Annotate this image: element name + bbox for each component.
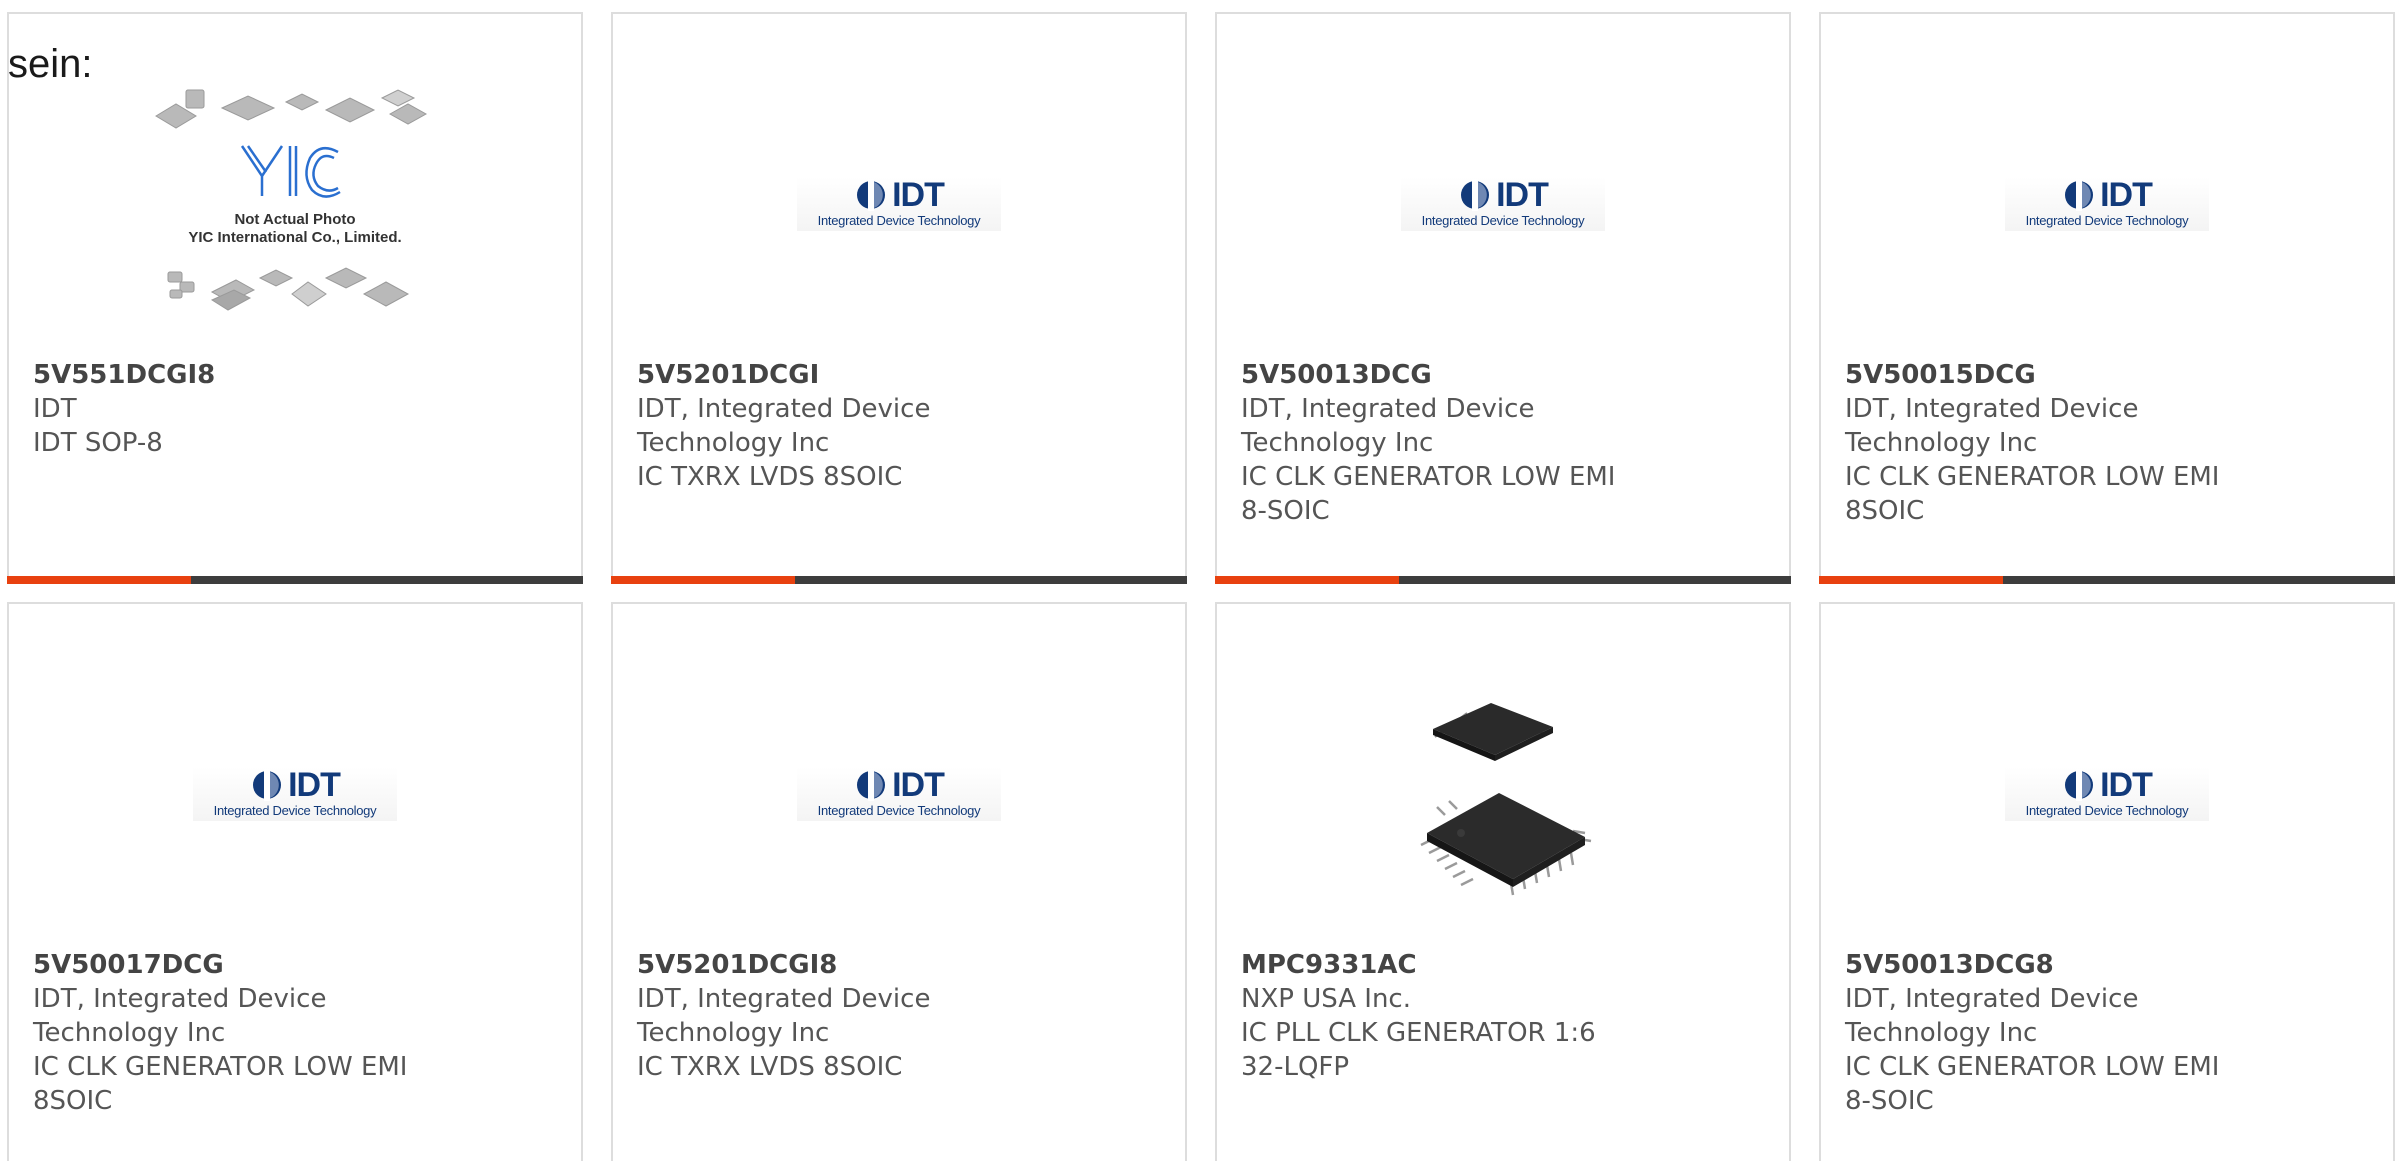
- product-image: [1217, 644, 1789, 944]
- idt-mark-icon: [2065, 179, 2094, 211]
- product-image: IDT Integrated Device Technology: [1821, 54, 2393, 354]
- product-info: 5V5201DCGI8 IDT, Integrated Device Techn…: [637, 948, 1037, 1084]
- description: IC TXRX LVDS 8SOIC: [637, 1052, 903, 1082]
- idt-tagline: Integrated Device Technology: [817, 803, 981, 818]
- product-card[interactable]: MPC9331AC NXP USA Inc. IC PLL CLK GENERA…: [1215, 602, 1791, 1161]
- description: IC CLK GENERATOR LOW EMI 8-SOIC: [1845, 1052, 2220, 1116]
- idt-wordmark: IDT: [288, 765, 341, 804]
- idt-wordmark: IDT: [1496, 175, 1549, 214]
- idt-mark-icon: [857, 769, 886, 801]
- product-image: IDT Integrated Device Technology: [1217, 54, 1789, 354]
- idt-tagline: Integrated Device Technology: [2025, 803, 2189, 818]
- idt-wordmark: IDT: [892, 175, 945, 214]
- product-card[interactable]: IDT Integrated Device Technology 5V50015…: [1819, 12, 2395, 584]
- product-image: Not Actual Photo YIC International Co., …: [9, 54, 581, 354]
- idt-tagline: Integrated Device Technology: [1421, 213, 1585, 228]
- part-number[interactable]: 5V5201DCGI: [637, 358, 1037, 392]
- part-number[interactable]: 5V50017DCG: [33, 948, 433, 982]
- product-info: 5V5201DCGI IDT, Integrated Device Techno…: [637, 358, 1037, 494]
- lqfp-chip-photo: [1420, 703, 1592, 896]
- product-card[interactable]: IDT Integrated Device Technology 5V5201D…: [611, 12, 1187, 584]
- product-card[interactable]: IDT Integrated Device Technology 5V50017…: [7, 602, 583, 1161]
- idt-tagline: Integrated Device Technology: [817, 213, 981, 228]
- card-accent-bar: [611, 576, 1187, 584]
- product-image: IDT Integrated Device Technology: [613, 54, 1185, 354]
- idt-logo: IDT Integrated Device Technology: [2005, 175, 2209, 231]
- idt-mark-icon: [2065, 769, 2094, 801]
- description: IC CLK GENERATOR LOW EMI 8-SOIC: [1241, 462, 1616, 526]
- part-number[interactable]: 5V50013DCG: [1241, 358, 1641, 392]
- idt-logo: IDT Integrated Device Technology: [1401, 175, 1605, 231]
- part-number[interactable]: 5V50013DCG8: [1845, 948, 2245, 982]
- product-image: IDT Integrated Device Technology: [613, 644, 1185, 944]
- product-image: IDT Integrated Device Technology: [1821, 644, 2393, 944]
- idt-mark-icon: [1461, 179, 1490, 211]
- card-accent-bar: [1215, 576, 1791, 584]
- product-card[interactable]: IDT Integrated Device Technology 5V50013…: [1819, 602, 2395, 1161]
- manufacturer: IDT, Integrated Device Technology Inc: [1845, 984, 2139, 1048]
- manufacturer: IDT, Integrated Device Technology Inc: [33, 984, 327, 1048]
- product-info: 5V50013DCG IDT, Integrated Device Techno…: [1241, 358, 1641, 528]
- lead-text: sein:: [8, 42, 93, 86]
- idt-wordmark: IDT: [892, 765, 945, 804]
- product-info: MPC9331AC NXP USA Inc. IC PLL CLK GENERA…: [1241, 948, 1641, 1084]
- manufacturer: IDT, Integrated Device Technology Inc: [1845, 394, 2139, 458]
- card-accent-bar: [7, 576, 583, 584]
- description: IC PLL CLK GENERATOR 1:6 32-LQFP: [1241, 1018, 1596, 1082]
- product-info: 5V50013DCG8 IDT, Integrated Device Techn…: [1845, 948, 2245, 1118]
- placeholder-caption-2: YIC International Co., Limited.: [188, 229, 401, 246]
- idt-wordmark: IDT: [2100, 765, 2153, 804]
- manufacturer: IDT, Integrated Device Technology Inc: [637, 394, 931, 458]
- product-card[interactable]: IDT Integrated Device Technology 5V50013…: [1215, 12, 1791, 584]
- idt-logo: IDT Integrated Device Technology: [797, 765, 1001, 821]
- idt-tagline: Integrated Device Technology: [2025, 213, 2189, 228]
- description: IC TXRX LVDS 8SOIC: [637, 462, 903, 492]
- part-number[interactable]: 5V5201DCGI8: [637, 948, 1037, 982]
- idt-wordmark: IDT: [2100, 175, 2153, 214]
- product-info: 5V50015DCG IDT, Integrated Device Techno…: [1845, 358, 2245, 528]
- manufacturer: IDT, Integrated Device Technology Inc: [637, 984, 931, 1048]
- idt-logo: IDT Integrated Device Technology: [193, 765, 397, 821]
- manufacturer: IDT: [33, 394, 77, 424]
- product-image: IDT Integrated Device Technology: [9, 644, 581, 944]
- product-info: 5V551DCGI8 IDT IDT SOP-8: [33, 358, 433, 460]
- product-card[interactable]: Not Actual Photo YIC International Co., …: [7, 12, 583, 584]
- placeholder-caption-1: Not Actual Photo: [234, 211, 355, 228]
- product-card[interactable]: IDT Integrated Device Technology 5V5201D…: [611, 602, 1187, 1161]
- part-number[interactable]: MPC9331AC: [1241, 948, 1641, 982]
- idt-tagline: Integrated Device Technology: [213, 803, 377, 818]
- manufacturer: NXP USA Inc.: [1241, 984, 1411, 1014]
- card-accent-bar: [1819, 576, 2395, 584]
- description: IDT SOP-8: [33, 428, 163, 458]
- idt-logo: IDT Integrated Device Technology: [797, 175, 1001, 231]
- description: IC CLK GENERATOR LOW EMI 8SOIC: [1845, 462, 2220, 526]
- chip-placeholder-image: Not Actual Photo YIC International Co., …: [155, 89, 428, 311]
- part-number[interactable]: 5V50015DCG: [1845, 358, 2245, 392]
- idt-logo: IDT Integrated Device Technology: [2005, 765, 2209, 821]
- description: IC CLK GENERATOR LOW EMI 8SOIC: [33, 1052, 408, 1116]
- product-grid-page: sein: Not Actual Photo YIC International…: [0, 0, 2400, 1161]
- product-info: 5V50017DCG IDT, Integrated Device Techno…: [33, 948, 433, 1118]
- idt-mark-icon: [857, 179, 886, 211]
- idt-mark-icon: [253, 769, 282, 801]
- part-number[interactable]: 5V551DCGI8: [33, 358, 433, 392]
- manufacturer: IDT, Integrated Device Technology Inc: [1241, 394, 1535, 458]
